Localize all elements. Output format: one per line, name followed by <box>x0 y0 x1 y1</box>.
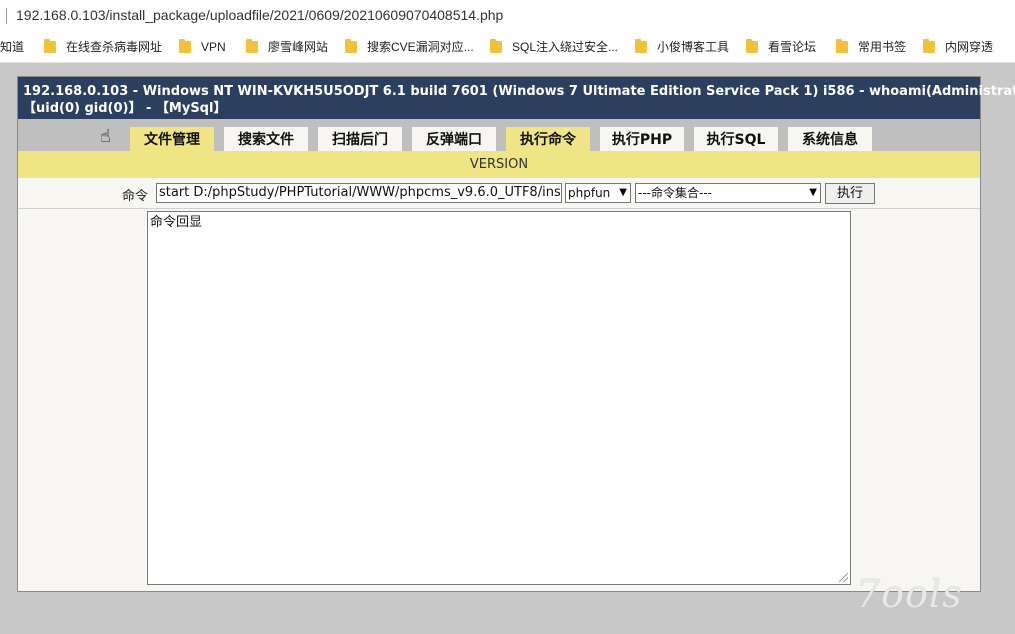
address-bar[interactable]: 192.168.0.103/install_package/uploadfile… <box>0 0 1015 32</box>
url-text[interactable]: 192.168.0.103/install_package/uploadfile… <box>16 7 503 23</box>
folder-icon <box>179 39 191 53</box>
chevron-down-icon: ▼ <box>809 187 817 198</box>
command-set-select[interactable]: ---命令集合--- ▼ <box>635 183 821 203</box>
bookmark-label: 内网穿透 <box>945 40 994 54</box>
tab-execute-php[interactable]: 执行PHP <box>600 127 684 151</box>
watermark-logo: 7ools <box>856 572 963 616</box>
bookmark-label: SQL注入绕过安全... <box>512 40 619 54</box>
bookmark-item[interactable]: 廖雪峰网站 <box>246 39 328 55</box>
tab-search-files[interactable]: 搜索文件 <box>224 127 308 151</box>
bookmark-item[interactable]: 常用书签 <box>836 39 906 55</box>
chevron-down-icon: ▼ <box>619 187 627 198</box>
folder-icon <box>923 39 935 53</box>
bookmark-label: 搜索CVE漏洞对应... <box>367 40 474 54</box>
bookmarks-bar: 知道 在线查杀病毒网址 VPN 廖雪峰网站 搜索CVE漏洞对应... SQL注入… <box>0 32 1015 63</box>
bookmark-item[interactable]: 内网穿透 <box>923 39 993 55</box>
folder-icon <box>746 39 758 53</box>
bookmark-label: VPN <box>201 40 226 54</box>
tab-execute-sql[interactable]: 执行SQL <box>694 127 778 151</box>
version-label: VERSION <box>469 157 529 172</box>
output-text: 命令回显 <box>150 215 203 230</box>
system-info-header: 192.168.0.103 - Windows NT WIN-KVKH5U5OD… <box>18 77 1015 119</box>
hand-cursor-icon: ☝ <box>100 126 111 147</box>
webshell-panel: 192.168.0.103 - Windows NT WIN-KVKH5U5OD… <box>17 76 1015 592</box>
user-info-line: 【uid(0) gid(0)】 - 【MySql】 <box>23 101 227 116</box>
version-bar: VERSION <box>18 151 980 178</box>
bookmark-item[interactable]: 在线查杀病毒网址 <box>44 39 162 55</box>
bookmark-label: 小俊博客工具 <box>657 40 730 54</box>
bookmark-label: 知道 <box>0 40 25 54</box>
tab-scan-backdoor[interactable]: 扫描后门 <box>318 127 402 151</box>
resize-handle[interactable] <box>839 573 848 582</box>
bookmark-item[interactable]: 小俊博客工具 <box>635 39 729 55</box>
bookmark-item[interactable]: 知道 <box>0 39 24 55</box>
bookmark-item[interactable]: VPN <box>179 39 226 55</box>
bookmark-label: 常用书签 <box>858 40 907 54</box>
tab-system-info[interactable]: 系统信息 <box>788 127 872 151</box>
command-output-textarea[interactable]: 命令回显 <box>147 211 851 585</box>
tab-bar: 文件管理 搜索文件 扫描后门 反弹端口 执行命令 执行PHP 执行SQL 系统信… <box>18 119 980 151</box>
folder-icon <box>246 39 258 53</box>
tab-file-manager[interactable]: 文件管理 <box>130 127 214 151</box>
folder-icon <box>836 39 848 53</box>
folder-icon <box>635 39 647 53</box>
text-caret <box>6 8 7 24</box>
function-select-value: phpfun <box>568 186 611 200</box>
system-info-line: 192.168.0.103 - Windows NT WIN-KVKH5U5OD… <box>23 84 1015 99</box>
bookmark-label: 廖雪峰网站 <box>268 40 329 54</box>
tab-reverse-port[interactable]: 反弹端口 <box>412 127 496 151</box>
command-label: 命令 <box>122 189 149 204</box>
command-row: 命令 start D:/phpStudy/PHPTutorial/WWW/php… <box>18 178 980 209</box>
command-set-value: ---命令集合--- <box>638 186 712 200</box>
function-select[interactable]: phpfun ▼ <box>565 183 631 203</box>
bookmark-item[interactable]: 搜索CVE漏洞对应... <box>345 39 474 55</box>
bookmark-label: 在线查杀病毒网址 <box>66 40 163 54</box>
execute-button[interactable]: 执行 <box>825 183 875 204</box>
bookmark-label: 看雪论坛 <box>768 40 817 54</box>
bookmark-item[interactable]: SQL注入绕过安全... <box>490 39 618 55</box>
folder-icon <box>44 39 56 53</box>
folder-icon <box>490 39 502 53</box>
folder-icon <box>345 39 357 53</box>
command-input[interactable]: start D:/phpStudy/PHPTutorial/WWW/phpcms… <box>156 183 562 203</box>
tab-execute-command[interactable]: 执行命令 <box>506 127 590 151</box>
bookmark-item[interactable]: 看雪论坛 <box>746 39 816 55</box>
